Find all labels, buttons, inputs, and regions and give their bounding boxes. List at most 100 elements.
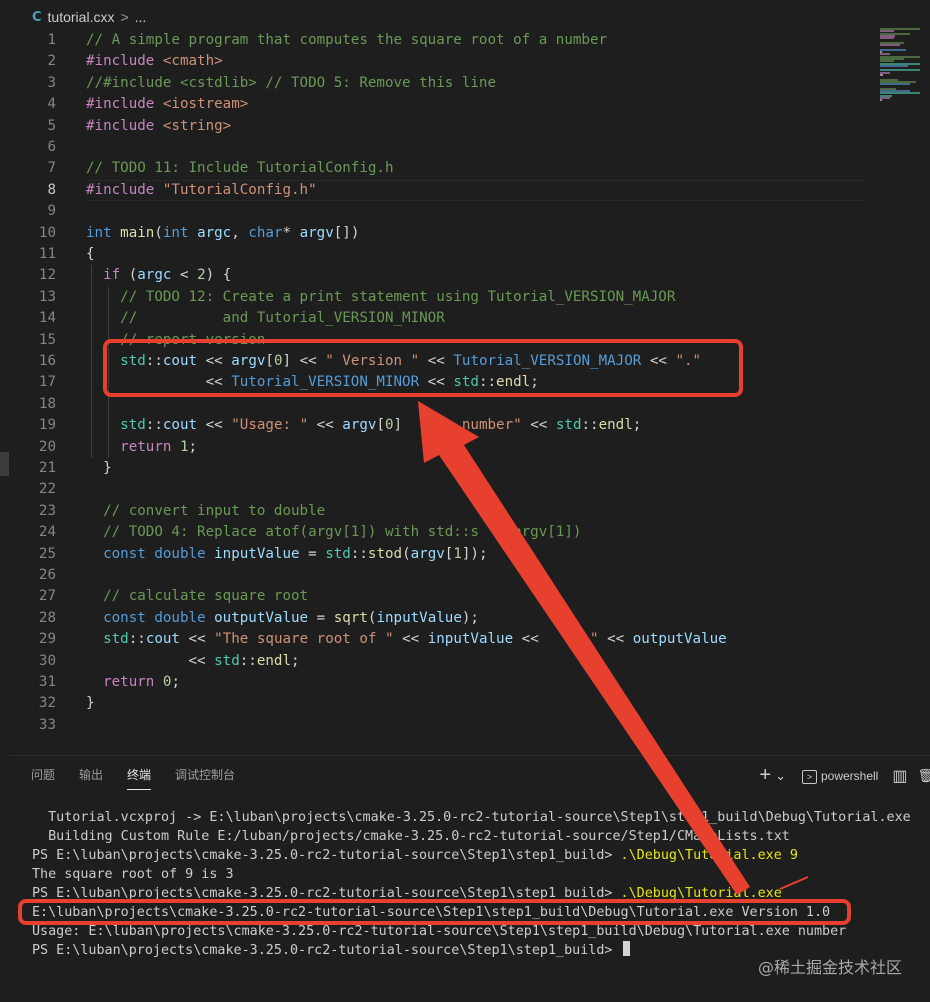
terminal-text: Tutorial.vcxproj -> E:\luban\projects\cm… bbox=[32, 810, 911, 825]
code-token: cout bbox=[145, 631, 180, 648]
code-line[interactable]: 27 // calculate square root bbox=[0, 586, 870, 608]
minimap-line bbox=[880, 44, 900, 47]
code-token: // and Tutorial_VERSION_MINOR bbox=[120, 310, 445, 327]
minimap-line bbox=[880, 74, 883, 76]
code-line[interactable]: 33 bbox=[0, 715, 870, 737]
code-text: << std::endl; bbox=[86, 651, 299, 673]
line-number: 22 bbox=[38, 481, 56, 498]
code-token: ; bbox=[171, 674, 180, 690]
code-line[interactable]: 7 // TODO 11: Include TutorialConfig.h bbox=[0, 158, 870, 180]
tab-output[interactable]: 输出 bbox=[79, 766, 103, 790]
code-text: std::cout << "The square root of " << in… bbox=[86, 629, 727, 651]
terminal-text: Usage: E:\luban\projects\cmake-3.25.0-rc… bbox=[32, 924, 847, 939]
cpp-file-icon: C bbox=[32, 9, 42, 25]
code-token: std bbox=[214, 652, 240, 669]
line-number: 9 bbox=[47, 203, 56, 220]
code-line[interactable]: 2 #include <cmath> bbox=[0, 51, 870, 73]
breadcrumb-more[interactable]: ... bbox=[135, 9, 147, 25]
code-line[interactable]: 30 << std::endl; bbox=[0, 651, 870, 673]
line-number: 33 bbox=[38, 716, 56, 733]
code-text: } bbox=[86, 458, 112, 480]
line-number: 7 bbox=[47, 160, 56, 177]
code-token: :: bbox=[128, 631, 146, 648]
code-text: const double outputValue = sqrt(inputVal… bbox=[86, 608, 479, 630]
code-line[interactable]: 14 // and Tutorial_VERSION_MINOR bbox=[0, 308, 870, 330]
split-terminal-icon[interactable]: ▥ bbox=[892, 766, 907, 786]
highlight-box-output bbox=[18, 899, 851, 925]
code-token: << bbox=[513, 631, 573, 648]
line-number: 20 bbox=[38, 438, 56, 455]
code-line[interactable]: 12 if (argc < 2) { bbox=[0, 265, 870, 287]
code-line[interactable]: 29 std::cout << "The square root of " <<… bbox=[0, 629, 870, 651]
minimap-line bbox=[880, 99, 882, 102]
code-line[interactable]: 5 #include <string> bbox=[0, 116, 870, 138]
terminal-profile[interactable]: > powershell bbox=[801, 768, 878, 784]
code-text: std::cout << "Usage: " << argv[0] number… bbox=[86, 415, 641, 437]
code-line[interactable]: 8 #include "TutorialConfig.h" bbox=[0, 179, 870, 202]
code-text: } bbox=[86, 693, 95, 715]
code-token: 1 bbox=[453, 545, 462, 562]
line-number: 3 bbox=[47, 74, 56, 91]
code-token: char bbox=[248, 224, 283, 241]
code-line[interactable]: 28 const double outputValue = sqrt(input… bbox=[0, 608, 870, 630]
tab-terminal[interactable]: 终端 bbox=[127, 766, 152, 790]
code-token: std bbox=[325, 545, 351, 562]
trash-icon[interactable]: 🗑 bbox=[917, 768, 930, 784]
code-line[interactable]: 19 std::cout << "Usage: " << argv[0] num… bbox=[0, 415, 870, 437]
code-token: const double bbox=[103, 609, 215, 626]
panel-toolbar: + ⌄ > powershell ▥ 🗑 bbox=[759, 764, 930, 787]
code-line[interactable]: 22 bbox=[0, 479, 870, 501]
code-token: []) bbox=[333, 224, 360, 241]
code-token: 0 bbox=[385, 417, 394, 434]
line-number: 5 bbox=[47, 117, 56, 134]
code-text: // convert input to double bbox=[86, 501, 325, 523]
code-token: :: bbox=[581, 417, 599, 434]
code-line[interactable]: 25 const double inputValue = std::stod(a… bbox=[0, 544, 870, 566]
code-token: "TutorialConfig.h" bbox=[162, 181, 317, 198]
chevron-down-icon[interactable]: ⌄ bbox=[775, 768, 786, 784]
code-text: #include <iostream> bbox=[86, 94, 248, 116]
minimap-line bbox=[880, 48, 906, 51]
code-token: ); bbox=[461, 609, 479, 626]
minimap[interactable] bbox=[878, 28, 922, 108]
code-token: ; bbox=[632, 417, 642, 434]
code-token: // TODO 4: Replace atof(argv[1]) with st… bbox=[103, 524, 582, 541]
code-line[interactable]: 32} bbox=[0, 693, 870, 715]
code-token: :: bbox=[239, 652, 257, 669]
code-line[interactable]: 1 // A simple program that computes the s… bbox=[0, 30, 870, 52]
code-line[interactable]: 13 // TODO 12: Create a print statement … bbox=[0, 287, 870, 309]
terminal-line: Tutorial.vcxproj -> E:\luban\projects\cm… bbox=[32, 808, 911, 827]
code-line[interactable]: 9 bbox=[0, 201, 870, 223]
code-line[interactable]: 11 { bbox=[0, 244, 870, 266]
code-token: { bbox=[86, 246, 95, 262]
tab-debug-console[interactable]: 调试控制台 bbox=[175, 766, 235, 790]
code-line[interactable]: 18 bbox=[0, 394, 870, 416]
code-line[interactable]: 4 #include <iostream> bbox=[0, 94, 870, 116]
tab-problems[interactable]: 问题 bbox=[31, 766, 55, 790]
code-line[interactable]: 21 } bbox=[0, 458, 870, 480]
code-line[interactable]: 26 bbox=[0, 565, 870, 587]
code-line[interactable]: 24 // TODO 4: Replace atof(argv[1]) with… bbox=[0, 522, 870, 544]
new-terminal-button[interactable]: + bbox=[759, 764, 771, 787]
watermark: @稀土掘金技术社区 bbox=[757, 958, 902, 977]
code-line[interactable]: 10 int main(int argc, char* argv[]) bbox=[0, 223, 870, 245]
line-number: 31 bbox=[38, 674, 56, 690]
terminal-text: PS E:\luban\projects\cmake-3.25.0-rc2-tu… bbox=[32, 848, 621, 863]
minimap-line bbox=[880, 37, 894, 40]
code-line[interactable]: 3 //#include <cstdlib> // TODO 5: Remove … bbox=[0, 73, 870, 95]
line-number: 18 bbox=[38, 395, 56, 412]
line-number: 13 bbox=[38, 288, 56, 305]
code-token: ; bbox=[188, 438, 198, 455]
code-line[interactable]: 20 return 1; bbox=[0, 437, 870, 459]
code-line[interactable]: 6 bbox=[0, 137, 870, 159]
code-text: // calculate square root bbox=[86, 586, 308, 608]
breadcrumb-file[interactable]: tutorial.cxx bbox=[48, 9, 115, 25]
code-token: "The square root of " bbox=[214, 631, 394, 648]
terminal-line: PS E:\luban\projects\cmake-3.25.0-rc2-tu… bbox=[32, 941, 630, 960]
code-line[interactable]: 23 // convert input to double bbox=[0, 501, 870, 523]
code-line[interactable]: 31 return 0; bbox=[0, 672, 870, 694]
code-token: int bbox=[162, 224, 198, 241]
